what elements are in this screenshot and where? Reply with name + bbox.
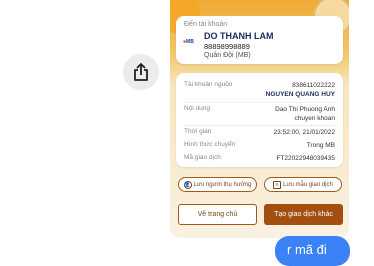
details-card: Tài khoản nguồn 838611022222 NGUYEN QUANG… bbox=[176, 73, 343, 167]
detail-row-source: Tài khoản nguồn 838611022222 NGUYEN QUANG… bbox=[184, 81, 335, 98]
user-icon: 👤 bbox=[183, 180, 192, 189]
recipient-bank: Quân Đội (MB) bbox=[204, 52, 251, 59]
document-icon: ≡ bbox=[273, 180, 282, 189]
detail-row-content: Nội dung Dao Thi Phuong Anh chuyen khoan bbox=[184, 105, 335, 122]
bank-logo-icon: ●MB bbox=[183, 39, 194, 45]
share-icon bbox=[134, 63, 148, 81]
save-beneficiary-button[interactable]: 👤 Lưu người thụ hưởng bbox=[178, 177, 257, 192]
chat-message-bubble: r mã đi bbox=[275, 236, 350, 266]
save-template-button[interactable]: ≡ Lưu mẫu giao dịch bbox=[264, 177, 342, 192]
recipient-label: Đến tài khoản bbox=[184, 21, 228, 28]
recipient-name: DO THANH LAM bbox=[204, 31, 274, 41]
save-template-label: Lưu mẫu giao dịch bbox=[283, 181, 333, 188]
new-transaction-button[interactable]: Tạo giao dịch khác bbox=[264, 204, 343, 225]
save-beneficiary-label: Lưu người thụ hưởng bbox=[193, 181, 252, 188]
share-button[interactable] bbox=[123, 54, 159, 90]
receipt-screenshot: Đến tài khoản ●MB DO THANH LAM 888989988… bbox=[170, 0, 349, 238]
recipient-card: Đến tài khoản ●MB DO THANH LAM 888989988… bbox=[176, 16, 343, 64]
home-button[interactable]: Về trang chủ bbox=[178, 204, 257, 225]
recipient-account: 88898998889 bbox=[204, 42, 250, 51]
